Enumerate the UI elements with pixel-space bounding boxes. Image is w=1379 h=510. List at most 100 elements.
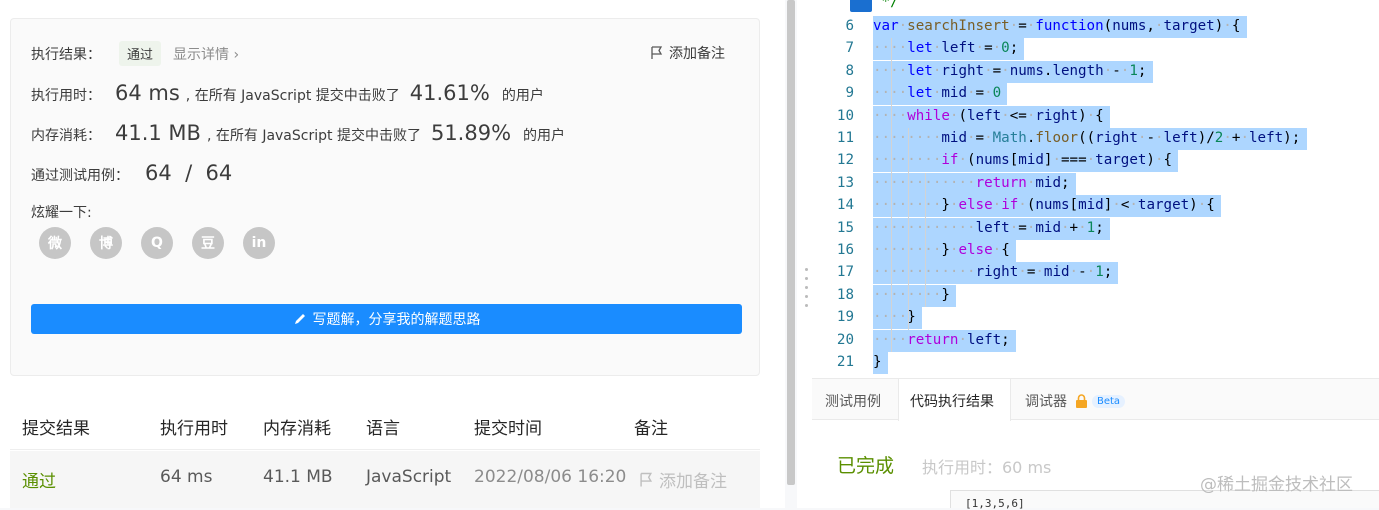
header-result: 提交结果 bbox=[22, 419, 90, 439]
line-number: 7 bbox=[845, 40, 854, 57]
bottom-tabs: 测试用例 代码执行结果 调试器 Beta bbox=[812, 378, 1379, 421]
line-number: 14 bbox=[836, 197, 854, 214]
code-line[interactable]: var·searchInsert·=·function(nums,·target… bbox=[873, 18, 1240, 34]
share-icons: 微 博 Q 豆 in bbox=[39, 227, 275, 259]
add-note-button[interactable]: 添加备注 bbox=[651, 43, 725, 63]
line-number: 6 bbox=[845, 18, 854, 34]
panel-splitter-handle[interactable] bbox=[800, 262, 812, 322]
share-label: 炫耀一下: bbox=[31, 205, 92, 221]
flag-icon bbox=[651, 46, 663, 59]
header-memory: 内存消耗 bbox=[263, 419, 331, 439]
line-number: 8 bbox=[845, 62, 854, 79]
code-line[interactable]: ····let·left·=·0; bbox=[873, 40, 1018, 56]
share-row: 炫耀一下: bbox=[31, 202, 92, 222]
code-line[interactable]: ····let·mid·=·0 bbox=[873, 85, 1001, 101]
show-details-link[interactable]: 显示详情 › bbox=[173, 44, 239, 64]
code-line[interactable]: ········} bbox=[873, 287, 950, 303]
write-solution-button[interactable]: 写题解，分享我的解题思路 bbox=[31, 304, 742, 334]
memory-percent: 51.89% bbox=[430, 121, 512, 145]
row-memory: 41.1 MB bbox=[263, 467, 333, 487]
code-editor[interactable]: */ 6 var·searchInsert·=·function(nums,·ta… bbox=[812, 0, 1379, 378]
line-number: 10 bbox=[836, 107, 854, 124]
code-line[interactable]: ········if·(nums[mid]·===·target)·{ bbox=[873, 152, 1172, 168]
line-number: 9 bbox=[845, 85, 854, 102]
indent-guide bbox=[908, 128, 910, 330]
editor-glyph-icon bbox=[850, 0, 872, 12]
row-add-note-button[interactable]: 添加备注 bbox=[640, 467, 727, 492]
table-row[interactable]: 通过 64 ms 41.1 MB JavaScript 2022/08/06 1… bbox=[10, 451, 760, 508]
code-line[interactable]: } bbox=[873, 354, 882, 370]
tests-row: 通过测试用例： 64 / 64 bbox=[31, 161, 232, 185]
tab-test-cases[interactable]: 测试用例 bbox=[825, 391, 881, 411]
runtime-suffix: 的用户 bbox=[501, 88, 544, 104]
header-runtime: 执行用时 bbox=[160, 419, 228, 439]
runtime-percent: 41.61% bbox=[409, 81, 490, 105]
line-number: 15 bbox=[836, 219, 854, 236]
code-line[interactable]: ····let·right·=·nums.length·-·1; bbox=[873, 63, 1146, 79]
add-note-label: 添加备注 bbox=[669, 46, 725, 62]
line-number: 12 bbox=[836, 152, 854, 169]
indent-guide bbox=[925, 217, 927, 263]
row-time: 2022/08/06 16:20 bbox=[474, 467, 627, 487]
tests-label: 通过测试用例： bbox=[31, 168, 129, 184]
result-label: 执行结果： bbox=[31, 47, 101, 63]
row-language: JavaScript bbox=[366, 467, 452, 487]
line-number: 17 bbox=[836, 264, 854, 281]
douban-icon[interactable]: 豆 bbox=[192, 227, 224, 259]
indent-guide bbox=[925, 262, 927, 308]
code-line[interactable]: ········}·else·{ bbox=[873, 242, 1010, 258]
code-line[interactable]: ····} bbox=[873, 309, 916, 325]
runtime-row: 执行用时： 64 ms , 在所有 JavaScript 提交中击败了 41.6… bbox=[31, 81, 544, 105]
execution-status: 已完成 bbox=[837, 455, 895, 477]
header-time: 提交时间 bbox=[474, 419, 542, 439]
row-runtime: 64 ms bbox=[160, 467, 213, 487]
memory-row: 内存消耗： 41.1 MB , 在所有 JavaScript 提交中击败了 51… bbox=[31, 121, 565, 145]
indent-guide bbox=[891, 38, 893, 352]
flag-icon bbox=[640, 472, 653, 486]
execution-time: 执行用时：60 ms bbox=[922, 458, 1052, 477]
indent-guide bbox=[925, 172, 927, 218]
row-add-note-label: 添加备注 bbox=[659, 472, 727, 492]
header-language: 语言 bbox=[366, 419, 400, 439]
line-number: 19 bbox=[836, 309, 854, 326]
wechat-icon[interactable]: 微 bbox=[39, 227, 71, 259]
pencil-icon bbox=[294, 314, 305, 324]
code-line[interactable]: ············return·mid; bbox=[873, 175, 1070, 191]
table-header: 提交结果 执行用时 内存消耗 语言 提交时间 备注 bbox=[10, 400, 760, 450]
memory-text: , 在所有 JavaScript 提交中击败了 bbox=[206, 128, 421, 144]
beta-badge: Beta bbox=[1092, 394, 1126, 408]
result-row: 执行结果： 通过 显示详情 › bbox=[31, 41, 239, 66]
runtime-value: 64 ms bbox=[115, 81, 180, 105]
memory-suffix: 的用户 bbox=[523, 128, 566, 144]
code-comment-line: */ bbox=[873, 0, 899, 10]
code-line[interactable]: ····while·(left·<=·right)·{ bbox=[873, 108, 1104, 124]
qq-icon[interactable]: Q bbox=[141, 227, 173, 259]
code-line[interactable]: ········mid·=·Math.floor((right·-·left)/… bbox=[873, 130, 1300, 146]
submissions-table: 提交结果 执行用时 内存消耗 语言 提交时间 备注 通过 64 ms 41.1 … bbox=[10, 400, 760, 508]
row-result[interactable]: 通过 bbox=[22, 467, 56, 492]
code-line[interactable]: ········}·else·if·(nums[mid]·<·target)·{ bbox=[873, 197, 1215, 213]
status-badge: 通过 bbox=[119, 41, 162, 66]
linkedin-icon[interactable]: in bbox=[243, 227, 275, 259]
left-scrollbar[interactable] bbox=[787, 0, 795, 485]
line-number: 18 bbox=[836, 286, 854, 303]
tab-debugger-label: 调试器 bbox=[1025, 394, 1067, 410]
code-line[interactable]: ····return·left; bbox=[873, 332, 1010, 348]
line-number: 11 bbox=[836, 130, 854, 146]
tests-value: 64 / 64 bbox=[145, 161, 233, 185]
line-number: 20 bbox=[836, 331, 854, 348]
submission-result-card: 执行结果： 通过 显示详情 › 添加备注 执行用时： 64 ms , 在所有 J… bbox=[10, 18, 760, 376]
result-panel: 执行结果： 通过 显示详情 › 添加备注 执行用时： 64 ms , 在所有 J… bbox=[0, 0, 785, 508]
line-number: 16 bbox=[836, 242, 854, 258]
tab-debugger[interactable]: 调试器 Beta bbox=[1025, 391, 1126, 411]
weibo-icon[interactable]: 博 bbox=[90, 227, 122, 259]
memory-label: 内存消耗： bbox=[31, 128, 101, 144]
memory-value: 41.1 MB bbox=[115, 121, 201, 145]
tab-execution-result[interactable]: 代码执行结果 bbox=[910, 391, 994, 411]
watermark: @稀土掘金技术社区 bbox=[1200, 475, 1353, 495]
line-number: 13 bbox=[836, 174, 854, 191]
line-number: 21 bbox=[836, 354, 854, 370]
runtime-label: 执行用时： bbox=[31, 88, 101, 104]
runtime-text: , 在所有 JavaScript 提交中击败了 bbox=[185, 88, 400, 104]
write-solution-label: 写题解，分享我的解题思路 bbox=[312, 312, 481, 328]
